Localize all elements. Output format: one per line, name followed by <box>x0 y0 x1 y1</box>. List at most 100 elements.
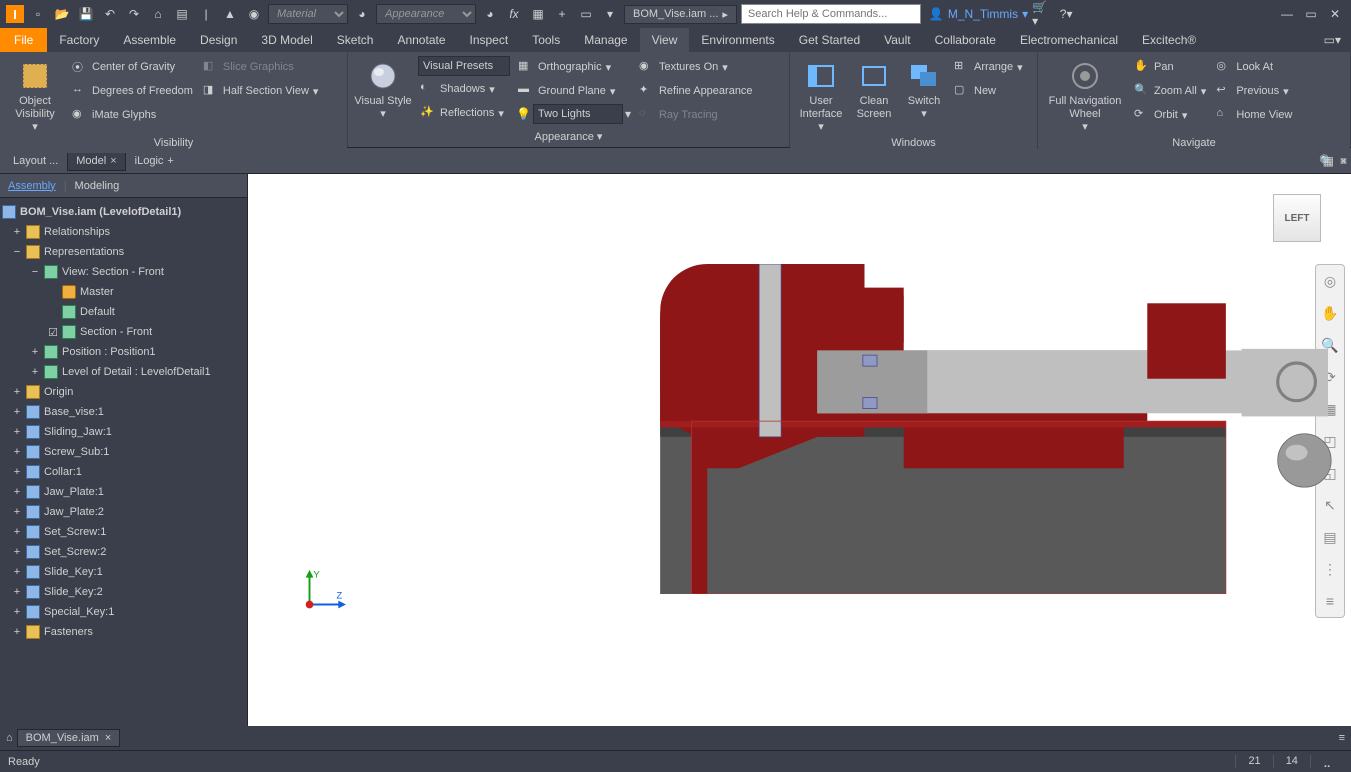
dof-button[interactable]: ↔Degrees of Freedom <box>70 80 195 102</box>
panel-tab-layout[interactable]: Layout ... <box>4 151 67 171</box>
refine-button[interactable]: ✦Refine Appearance <box>637 80 755 102</box>
lights-input[interactable] <box>533 104 623 124</box>
panel-tab-ilogic[interactable]: iLogic+ <box>126 151 183 171</box>
open-icon[interactable]: 📂 <box>52 4 72 24</box>
home-icon[interactable]: ⌂ <box>148 4 168 24</box>
clean-screen-button[interactable]: Clean Screen <box>852 56 896 121</box>
half-section-button[interactable]: ◨Half Section View▾ <box>201 80 321 102</box>
arrange-button[interactable]: ⊞Arrange▾ <box>952 56 1025 78</box>
tree-origin[interactable]: +Origin <box>2 382 245 402</box>
tree-lod[interactable]: +Level of Detail : LevelofDetail1 <box>2 362 245 382</box>
tab-assemble[interactable]: Assemble <box>111 28 188 52</box>
tab-design[interactable]: Design <box>188 28 249 52</box>
tree-default[interactable]: Default <box>2 302 245 322</box>
tree-root[interactable]: BOM_Vise.iam (LevelofDetail1) <box>2 202 245 222</box>
imate-button[interactable]: ◉iMate Glyphs <box>70 104 195 126</box>
cog-button[interactable]: ⦿Center of Gravity <box>70 56 195 78</box>
object-visibility-button[interactable]: Object Visibility▾ <box>6 56 64 135</box>
undo-icon[interactable]: ↶ <box>100 4 120 24</box>
search-input[interactable] <box>741 4 921 24</box>
orthographic-button[interactable]: ▦Orthographic▾ <box>516 56 631 78</box>
browser-tree[interactable]: BOM_Vise.iam (LevelofDetail1) +Relations… <box>0 198 247 726</box>
color2-icon[interactable]: ◕ <box>480 4 500 24</box>
graphics-viewport[interactable]: LEFT ◎ ✋ 🔍 ⟳ ▦ ◰ ◱ ↖ ▤ ⋮ ≡ Y Z <box>248 174 1351 726</box>
grid-icon[interactable]: ▦ <box>528 4 548 24</box>
doc-home-icon[interactable]: ⌂ <box>6 732 13 744</box>
tree-part[interactable]: +Slide_Key:2 <box>2 582 245 602</box>
slice-button[interactable]: ◧Slice Graphics <box>201 56 321 78</box>
file-menu[interactable]: File <box>0 28 47 52</box>
tab-electromech[interactable]: Electromechanical <box>1008 28 1130 52</box>
tree-position[interactable]: +Position : Position1 <box>2 342 245 362</box>
viewport-layout-icon[interactable]: ▦ <box>1323 154 1334 168</box>
restore-icon[interactable]: ▭ <box>1301 4 1321 24</box>
raytracing-button[interactable]: ◌Ray Tracing <box>637 104 755 126</box>
close-doc-icon[interactable]: × <box>105 732 111 744</box>
tree-view-rep[interactable]: −View: Section - Front <box>2 262 245 282</box>
reflections-button[interactable]: ✨Reflections▾ <box>418 102 510 124</box>
textures-button[interactable]: ◉Textures On▾ <box>637 56 755 78</box>
help-icon[interactable]: ?▾ <box>1056 4 1076 24</box>
panel-tab-model[interactable]: Model× <box>67 151 125 171</box>
add-panel-icon[interactable]: + <box>167 155 173 167</box>
tab-environments[interactable]: Environments <box>689 28 786 52</box>
tab-inspect[interactable]: Inspect <box>458 28 521 52</box>
home-view-button[interactable]: ⌂Home View <box>1214 104 1294 126</box>
plus-icon[interactable]: + <box>552 4 572 24</box>
new-window-button[interactable]: ▢New <box>952 80 1025 102</box>
tab-collaborate[interactable]: Collaborate <box>923 28 1008 52</box>
color-wheel-icon[interactable]: ◕ <box>352 4 372 24</box>
rect-icon[interactable]: ▭ <box>576 4 596 24</box>
doc-list-icon[interactable]: ≡ <box>1339 732 1345 744</box>
tab-excitech[interactable]: Excitech® <box>1130 28 1208 52</box>
file-dropdown-icon[interactable]: ▸ <box>722 8 728 21</box>
tree-part[interactable]: +Special_Key:1 <box>2 602 245 622</box>
tab-tools[interactable]: Tools <box>520 28 572 52</box>
tree-part[interactable]: +Collar:1 <box>2 462 245 482</box>
tab-factory[interactable]: Factory <box>47 28 111 52</box>
new-icon[interactable]: ▫ <box>28 4 48 24</box>
appearance-dropdown[interactable]: Appearance <box>376 4 476 24</box>
ui-button[interactable]: User Interface▾ <box>796 56 846 135</box>
tree-fasteners[interactable]: +Fasteners <box>2 622 245 642</box>
look-at-button[interactable]: ◎Look At <box>1214 56 1294 78</box>
orbit-button[interactable]: ⟳Orbit▾ <box>1132 104 1208 126</box>
drop-icon[interactable]: ▾ <box>600 4 620 24</box>
switch-button[interactable]: Switch▾ <box>902 56 946 121</box>
fx-icon[interactable]: fx <box>504 4 524 24</box>
previous-button[interactable]: ↩Previous▾ <box>1214 80 1294 102</box>
tree-section-front[interactable]: ☑Section - Front <box>2 322 245 342</box>
document-tab[interactable]: BOM_Vise.iam× <box>17 729 121 747</box>
pattern-icon[interactable]: ◉ <box>244 4 264 24</box>
up-icon[interactable]: ▲ <box>220 4 240 24</box>
tab-3dmodel[interactable]: 3D Model <box>249 28 324 52</box>
visual-presets-input[interactable] <box>418 56 510 76</box>
visual-style-button[interactable]: Visual Style▾ <box>354 56 412 121</box>
active-file-tab[interactable]: BOM_Vise.iam ...▸ <box>624 5 737 24</box>
tree-part[interactable]: +Set_Screw:2 <box>2 542 245 562</box>
tab-annotate[interactable]: Annotate <box>385 28 457 52</box>
vr-icon[interactable]: ▭▾ <box>1314 33 1351 47</box>
tree-relationships[interactable]: +Relationships <box>2 222 245 242</box>
tab-view[interactable]: View <box>640 28 690 52</box>
browser-tab-assembly[interactable]: Assembly <box>0 177 64 195</box>
select-icon[interactable]: ▤ <box>172 4 192 24</box>
pan-button[interactable]: ✋Pan <box>1132 56 1208 78</box>
view-cube[interactable]: LEFT <box>1273 194 1321 242</box>
close-icon[interactable]: ✕ <box>1325 4 1345 24</box>
minimize-icon[interactable]: — <box>1277 4 1297 24</box>
tree-part[interactable]: +Jaw_Plate:1 <box>2 482 245 502</box>
tab-sketch[interactable]: Sketch <box>325 28 386 52</box>
full-nav-wheel-button[interactable]: Full Navigation Wheel▾ <box>1044 56 1126 135</box>
tree-part[interactable]: +Slide_Key:1 <box>2 562 245 582</box>
browser-tab-modeling[interactable]: Modeling <box>67 177 128 195</box>
close-panel-icon[interactable]: × <box>110 155 116 167</box>
tree-master[interactable]: Master <box>2 282 245 302</box>
redo-icon[interactable]: ↷ <box>124 4 144 24</box>
tree-representations[interactable]: −Representations <box>2 242 245 262</box>
ground-plane-button[interactable]: ▬Ground Plane▾ <box>516 80 631 102</box>
material-dropdown[interactable]: Material <box>268 4 348 24</box>
cart-icon[interactable]: 🛒▾ <box>1032 4 1052 24</box>
tree-part[interactable]: +Jaw_Plate:2 <box>2 502 245 522</box>
tree-part[interactable]: +Set_Screw:1 <box>2 522 245 542</box>
